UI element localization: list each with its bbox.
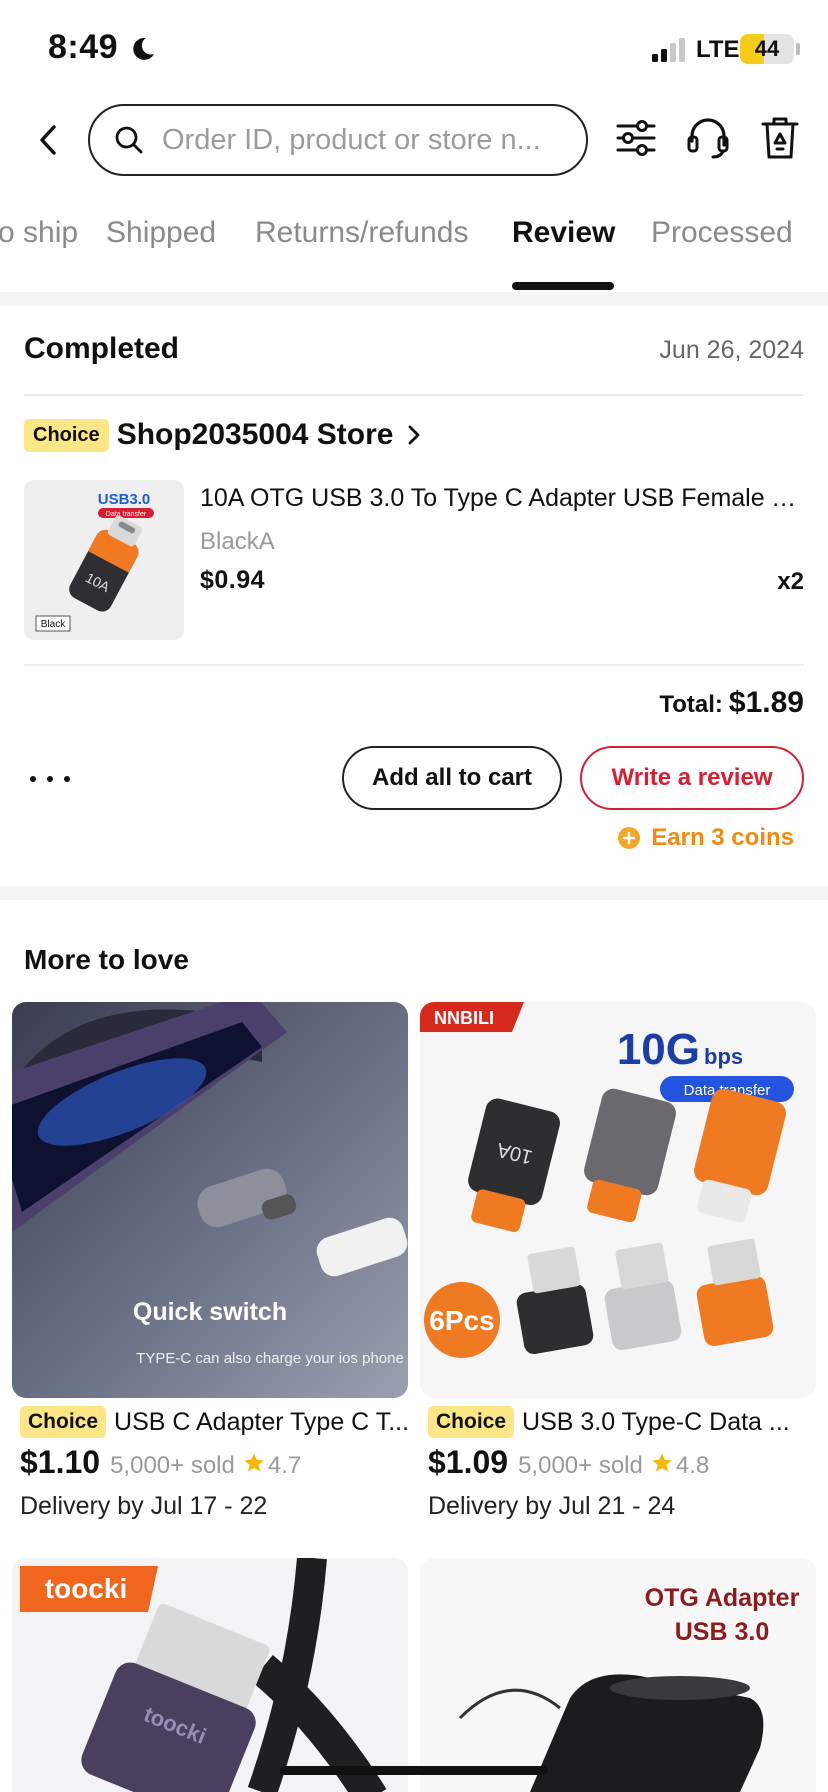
section-divider (0, 292, 828, 306)
divider (24, 394, 804, 396)
tab-to-ship[interactable]: o ship (0, 216, 78, 250)
usb-label-text: USB3.0 (98, 491, 151, 508)
speed-unit-text: bps (704, 1044, 743, 1069)
signal-icon (652, 38, 685, 62)
product-card-title-row[interactable]: Choice USB C Adapter Type C T... (20, 1406, 416, 1438)
image-line2: USB 3.0 (675, 1618, 769, 1646)
dot-icon (64, 776, 70, 782)
active-tab-indicator (512, 282, 614, 290)
product-card-image[interactable]: Quick switch TYPE-C can also charge your… (12, 1002, 408, 1398)
store-link[interactable]: Choice Shop2035004 Store (24, 418, 423, 452)
order-total: Total: $1.89 (659, 686, 804, 720)
dot-icon (47, 776, 53, 782)
product-card-rating: 4.7 (267, 1452, 302, 1479)
product-card-delivery: Delivery by Jul 21 - 24 (428, 1492, 676, 1520)
status-time: 8:49 (48, 28, 119, 66)
product-card-title-row[interactable]: Choice USB 3.0 Type-C Data ... (428, 1406, 824, 1438)
product-card-image[interactable]: toocki toocki (12, 1558, 408, 1792)
coins-text: Earn 3 coins (651, 824, 794, 851)
product-quantity: x2 (777, 568, 804, 595)
search-placeholder: Order ID, product or store n... (162, 123, 541, 156)
delete-button[interactable] (756, 114, 804, 162)
chevron-right-icon (409, 425, 420, 445)
product-card-sold: 5,000+ sold (110, 1452, 235, 1479)
store-name: Shop2035004 Store (116, 418, 394, 451)
dot-icon (30, 776, 36, 782)
battery-level: 44 (754, 36, 780, 61)
tab-processed[interactable]: Processed (651, 216, 793, 250)
total-value: $1.89 (728, 686, 804, 719)
tab-returns-refunds[interactable]: Returns/refunds (255, 216, 468, 250)
tab-shipped[interactable]: Shipped (106, 216, 216, 250)
section-divider (0, 886, 828, 900)
earn-coins: Earn 3 coins (617, 824, 794, 852)
search-input[interactable]: Order ID, product or store n... (88, 104, 588, 176)
battery-nub (796, 43, 800, 55)
product-card-title: USB 3.0 Type-C Data ... (522, 1407, 790, 1436)
more-options-button[interactable] (30, 764, 70, 794)
back-button[interactable] (30, 118, 66, 162)
headset-icon (687, 118, 729, 159)
phone-adapter-image: Quick switch TYPE-C can also charge your… (12, 1002, 408, 1367)
data-transfer-text: Data transfer (106, 511, 147, 518)
product-card-price: $1.10 (20, 1444, 101, 1480)
product-thumbnail[interactable]: USB3.0 Data transfer 10A Black (24, 480, 184, 640)
home-indicator (280, 1766, 548, 1775)
color-tag: Black (41, 619, 66, 630)
product-card-meta: $1.09 5,000+ sold 4.8 (428, 1444, 709, 1481)
otg-adapter-image: OTG Adapter USB 3.0 (458, 1584, 800, 1792)
image-line1: OTG Adapter (645, 1584, 800, 1612)
image-headline: Quick switch (133, 1298, 287, 1326)
search-icon (115, 126, 143, 154)
filter-button[interactable] (612, 114, 660, 162)
delete-icon (761, 117, 799, 159)
total-label: Total: (659, 691, 723, 718)
brand-text: toocki (45, 1573, 127, 1604)
battery-icon: 44 (740, 34, 794, 64)
order-status: Completed (24, 332, 180, 365)
star-icon (652, 1453, 672, 1472)
filter-icon (616, 120, 656, 156)
product-card-image[interactable]: OTG Adapter USB 3.0 (420, 1558, 816, 1792)
product-card-image[interactable]: NNBILI 10G bps Data transfer 10A 6Pcs (420, 1002, 816, 1398)
network-label: LTE (696, 36, 740, 63)
pack-count-text: 6Pcs (429, 1305, 494, 1336)
divider (24, 664, 804, 666)
usb-adapter-image: USB3.0 Data transfer 10A Black (35, 491, 154, 632)
write-review-button[interactable]: Write a review (580, 746, 804, 810)
order-date: Jun 26, 2024 (659, 336, 804, 364)
choice-badge: Choice (24, 418, 109, 452)
product-card-meta: $1.10 5,000+ sold 4.7 (20, 1444, 301, 1481)
product-card-sold: 5,000+ sold (518, 1452, 643, 1479)
coin-icon (618, 827, 641, 849)
product-card-price: $1.09 (428, 1444, 509, 1480)
image-subtext: TYPE-C can also charge your ios phone (136, 1350, 404, 1367)
order-tabs: o ship Shipped Returns/refunds Review Pr… (0, 216, 828, 292)
cable-image: toocki toocki (20, 1558, 387, 1792)
product-card-rating: 4.8 (675, 1452, 710, 1479)
customer-service-button[interactable] (684, 114, 732, 162)
moon-icon (133, 37, 154, 60)
choice-badge: Choice (428, 1406, 515, 1438)
speed-text: 10G (617, 1025, 700, 1074)
choice-badge: Choice (20, 1406, 107, 1438)
tab-review[interactable]: Review (512, 216, 615, 250)
add-all-to-cart-button[interactable]: Add all to cart (342, 746, 562, 810)
more-to-love-title: More to love (24, 944, 189, 975)
product-price: $0.94 (200, 566, 266, 594)
brand-text: NNBILI (434, 1008, 494, 1028)
product-title[interactable]: 10A OTG USB 3.0 To Type C Adapter USB Fe… (200, 484, 804, 513)
status-bar: 8:49 LTE 44 (0, 0, 828, 100)
adapter-set-image: NNBILI 10G bps Data transfer 10A 6Pcs (420, 1002, 794, 1358)
product-variant: BlackA (200, 528, 275, 555)
chevron-left-icon (40, 125, 56, 155)
product-card-title: USB C Adapter Type C T... (114, 1407, 410, 1436)
star-icon (244, 1453, 264, 1472)
product-card-delivery: Delivery by Jul 17 - 22 (20, 1492, 268, 1520)
